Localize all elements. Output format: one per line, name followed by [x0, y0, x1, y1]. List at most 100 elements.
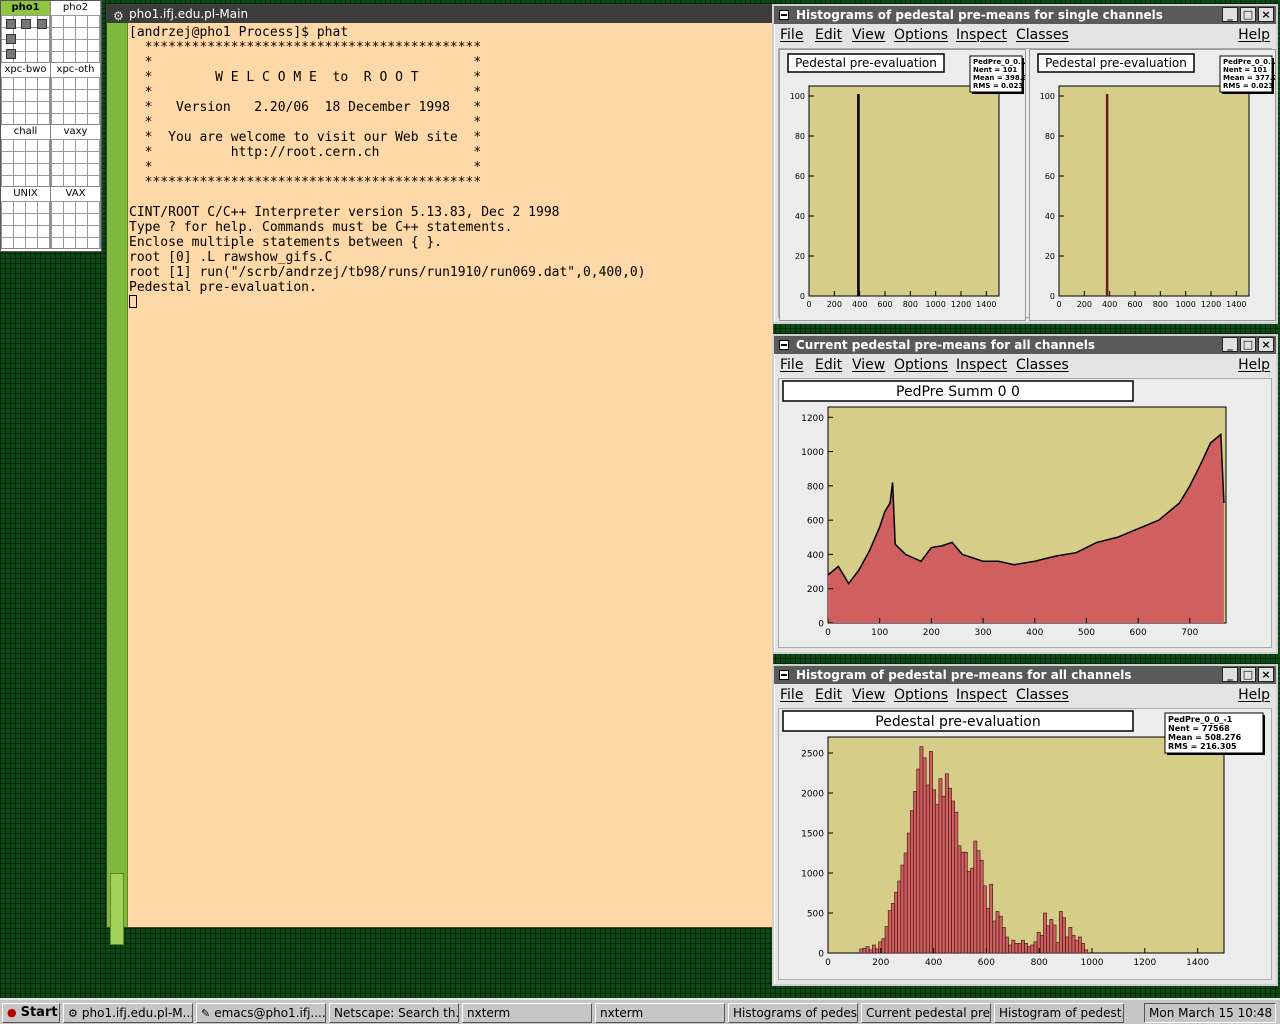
x-tick-label: 1000 — [1175, 300, 1195, 309]
window-menu-icon[interactable] — [779, 340, 789, 350]
pager-label: vaxy — [51, 125, 100, 139]
menu-edit[interactable]: Edit — [815, 354, 842, 376]
histogram-bin — [865, 946, 870, 954]
taskbar-item-histogram-all[interactable]: Histogram of pedest... — [994, 1003, 1124, 1023]
histogram-chart-1[interactable]: 0 200 400 600 800 1000 1200 1400 0 20 40 60 80 100 Ped… — [780, 50, 1027, 320]
pager-window-thumb[interactable] — [6, 19, 16, 29]
histogram-bin — [976, 850, 981, 954]
taskbar-item-emacs[interactable]: ✎ emacs@pho1.ifj.... — [196, 1003, 326, 1023]
menu-file[interactable]: File — [780, 24, 803, 46]
terminal-output[interactable]: [andrzej@pho1 Process]$ phat ***********… — [129, 25, 769, 923]
taskbar-clock[interactable]: Mon March 15 10:48 — [1144, 1003, 1276, 1023]
pager-desktop-pho2[interactable]: pho2 — [51, 1, 101, 63]
x-tick-label: 200 — [923, 628, 940, 638]
terminal-window[interactable]: ⚙ pho1.ifj.edu.pl-Main [andrzej@pho1 Pro… — [106, 4, 774, 945]
menu-classes[interactable]: Classes — [1016, 24, 1069, 46]
start-button[interactable]: ● Start — [2, 1003, 60, 1023]
stats-line: Nent = 101 — [973, 66, 1017, 74]
histogram-all-channels-window[interactable]: Histogram of pedestal pre-means for all … — [772, 664, 1278, 986]
pager-desktop-pho1[interactable]: pho1 — [1, 1, 51, 63]
pager-desktop-xpc-oth[interactable]: xpc-oth — [51, 63, 101, 125]
close-button[interactable]: × — [1258, 7, 1274, 22]
menu-view[interactable]: View — [852, 354, 885, 376]
menu-classes[interactable]: Classes — [1016, 354, 1069, 376]
pager-desktop-vaxy[interactable]: vaxy — [51, 125, 101, 187]
y-tick-label: 0 — [800, 292, 805, 301]
window-menu-icon[interactable] — [779, 10, 789, 20]
maximize-button[interactable]: □ — [1240, 337, 1256, 352]
maximize-button[interactable]: □ — [1240, 7, 1256, 22]
menu-inspect[interactable]: Inspect — [956, 684, 1007, 706]
pager-desktop-xpc-bwo[interactable]: xpc-bwo — [1, 63, 51, 125]
terminal-scrollbar[interactable] — [107, 23, 128, 945]
window-titlebar[interactable]: Histogram of pedestal pre-means for all … — [774, 666, 1276, 684]
taskbar-item-histograms-single[interactable]: Histograms of pedes... — [728, 1003, 858, 1023]
x-tick-label: 200 — [872, 958, 889, 968]
window-titlebar[interactable]: Histograms of pedestal pre-means for sin… — [774, 6, 1276, 24]
menu-classes[interactable]: Classes — [1016, 684, 1069, 706]
pad-title: PedPre Summ 0 0 — [896, 384, 1020, 400]
y-tick-label: 800 — [807, 482, 824, 492]
minimize-button[interactable]: _ — [1222, 7, 1238, 22]
taskbar-item-nxterm-1[interactable]: nxterm — [462, 1003, 592, 1023]
histogram-pad-1[interactable]: 0 200 400 600 800 1000 1200 1400 0 20 40 60 80 100 Ped… — [779, 49, 1027, 321]
menu-inspect[interactable]: Inspect — [956, 354, 1007, 376]
histogram-chart-2[interactable]: 0 200 400 600 800 1000 1200 1400 0 20 40 60 80 100 Ped… — [1030, 50, 1277, 320]
distribution-chart[interactable]: 0 200 400 600 800 1000 1200 1400 0 500 1000 1500 200… — [779, 709, 1273, 979]
y-tick-label: 1000 — [801, 448, 824, 458]
pager-desktop-chall[interactable]: chall — [1, 125, 51, 187]
histogram-bin — [1081, 943, 1085, 954]
pager-window-thumb[interactable] — [21, 19, 31, 29]
taskbar-item-label: Current pedestal pre... — [866, 1006, 991, 1020]
pager-window-thumb[interactable] — [37, 19, 47, 29]
terminal-scrollbar-thumb[interactable] — [110, 873, 124, 945]
y-tick-label: 20 — [1045, 252, 1055, 261]
maximize-button[interactable]: □ — [1240, 667, 1256, 682]
menu-file[interactable]: File — [780, 684, 803, 706]
terminal-line: ****************************************… — [129, 175, 482, 190]
histogram-pad-2[interactable]: 0 200 400 600 800 1000 1200 1400 0 20 40 60 80 100 Ped… — [1029, 49, 1277, 321]
close-button[interactable]: × — [1258, 337, 1274, 352]
close-button[interactable]: × — [1258, 667, 1274, 682]
menu-file[interactable]: File — [780, 354, 803, 376]
current-premeans-window[interactable]: Current pedestal pre-means for all chann… — [772, 334, 1278, 654]
minimize-button[interactable]: _ — [1222, 337, 1238, 352]
menu-edit[interactable]: Edit — [815, 684, 842, 706]
taskbar-item-nxterm-2[interactable]: nxterm — [595, 1003, 725, 1023]
stats-line: Mean = 398.3 — [973, 74, 1025, 82]
desktop-pager[interactable]: pho1 pho2 xpc-bwo xpc-oth chall vaxy UNI… — [0, 0, 102, 252]
menu-edit[interactable]: Edit — [815, 24, 842, 46]
window-titlebar[interactable]: Current pedestal pre-means for all chann… — [774, 336, 1276, 354]
taskbar-item-netscape[interactable]: Netscape: Search th... — [329, 1003, 459, 1023]
canvas[interactable]: 0 100 200 300 400 500 600 700 0 200 400 600 800 1000 1… — [778, 378, 1272, 648]
menu-inspect[interactable]: Inspect — [956, 24, 1007, 46]
pager-desktop-unix[interactable]: UNIX — [1, 187, 51, 249]
summary-chart[interactable]: 0 100 200 300 400 500 600 700 0 200 400 600 800 1000 1… — [779, 379, 1273, 647]
pager-window-thumb[interactable] — [6, 49, 16, 59]
pager-label: chall — [1, 125, 50, 139]
menu-view[interactable]: View — [852, 24, 885, 46]
pager-window-thumb[interactable] — [6, 34, 16, 44]
pager-desktop-vax[interactable]: VAX — [51, 187, 101, 249]
menu-options[interactable]: Options — [894, 684, 948, 706]
histogram-bin — [1036, 931, 1041, 954]
canvas[interactable]: 0 200 400 600 800 1000 1200 1400 0 500 1000 1500 200… — [778, 708, 1272, 980]
terminal-titlebar[interactable]: ⚙ pho1.ifj.edu.pl-Main — [107, 5, 773, 23]
taskbar-item-terminal[interactable]: ⚙ pho1.ifj.edu.pl-M... — [63, 1003, 193, 1023]
histogram-bin — [1027, 946, 1032, 954]
menu-options[interactable]: Options — [894, 354, 948, 376]
y-tick-label: 20 — [795, 252, 805, 261]
menu-help[interactable]: Help — [1238, 684, 1270, 706]
window-menu-icon[interactable] — [779, 670, 789, 680]
canvas[interactable]: 0 200 400 600 800 1000 1200 1400 0 20 40 60 80 100 Ped… — [778, 48, 1277, 321]
menu-help[interactable]: Help — [1238, 354, 1270, 376]
terminal-line: Pedestal pre-evaluation. — [129, 280, 317, 295]
single-channels-window[interactable]: Histograms of pedestal pre-means for sin… — [772, 4, 1278, 324]
menu-help[interactable]: Help — [1238, 24, 1270, 46]
stats-line: RMS = 216.305 — [1168, 742, 1237, 751]
taskbar-item-current-pedestal[interactable]: Current pedestal pre... — [861, 1003, 991, 1023]
histogram-bin — [932, 789, 937, 954]
menu-view[interactable]: View — [852, 684, 885, 706]
menu-options[interactable]: Options — [894, 24, 948, 46]
minimize-button[interactable]: _ — [1222, 667, 1238, 682]
